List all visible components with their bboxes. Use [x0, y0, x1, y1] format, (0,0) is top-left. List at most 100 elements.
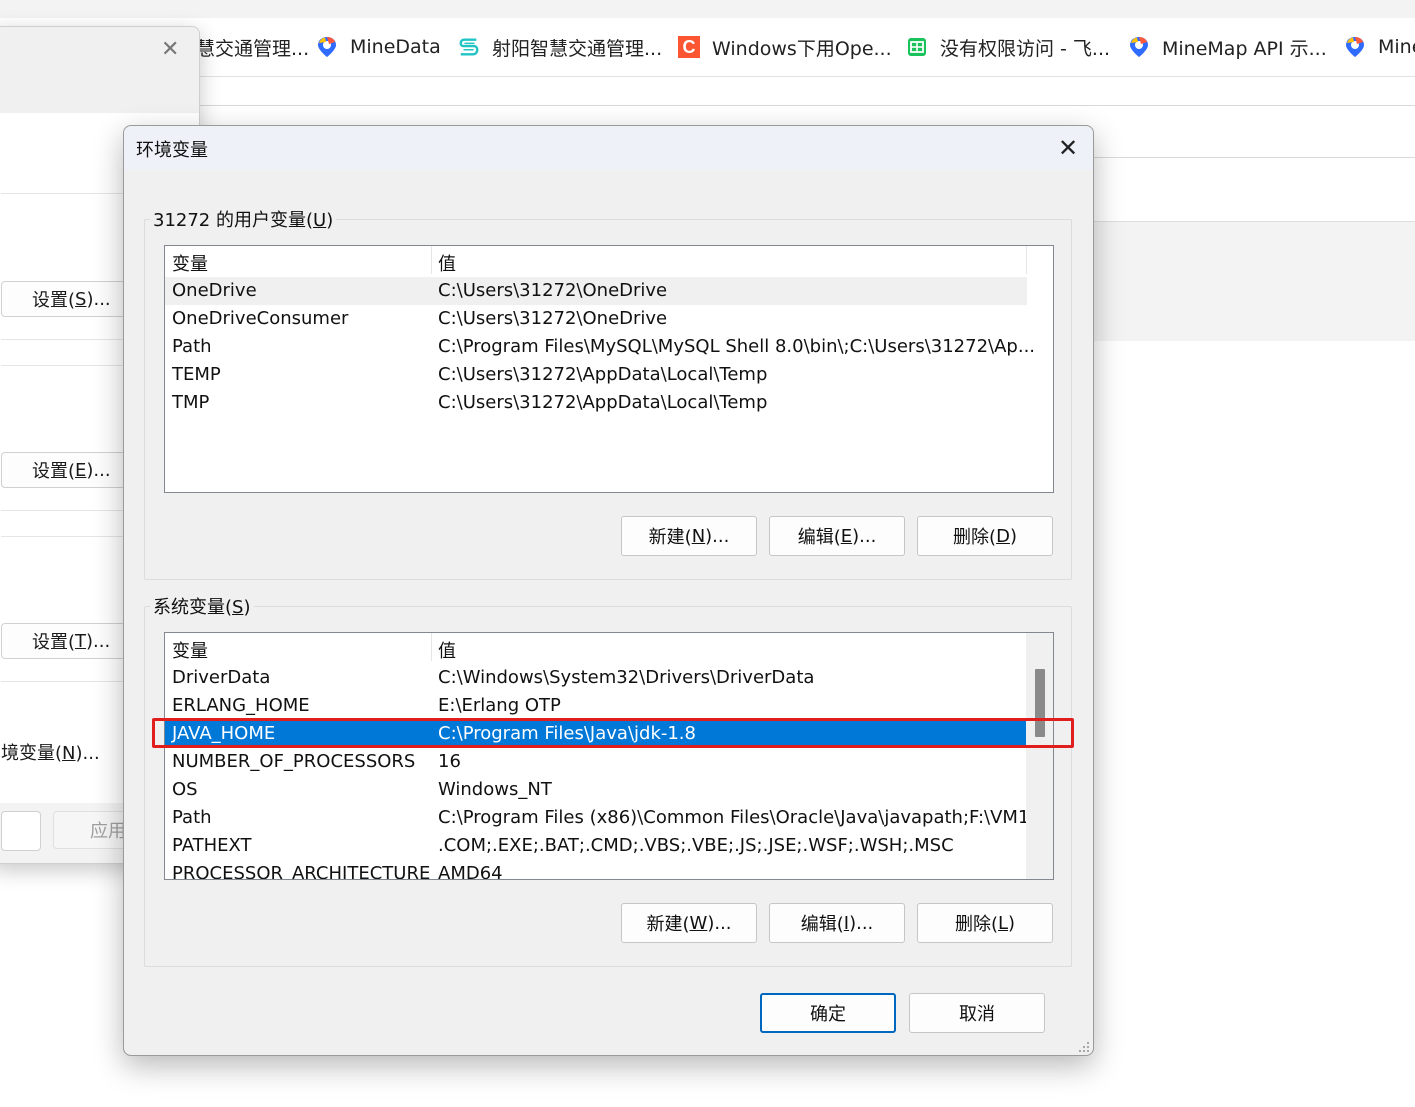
list-row[interactable]: TEMP C:\Users\31272\AppData\Local\Temp — [165, 361, 1027, 389]
system-new-button[interactable]: 新建(W)... — [621, 903, 757, 943]
browser-top-strip — [0, 0, 1415, 18]
ok-button[interactable]: 确定 — [760, 993, 896, 1033]
minemap-pin-icon — [1344, 36, 1366, 58]
list-row[interactable]: OneDriveConsumer C:\Users\31272\OneDrive — [165, 305, 1027, 333]
variable-value: .COM;.EXE;.BAT;.CMD;.VBS;.VBE;.JS;.JSE;.… — [438, 835, 954, 856]
button-label: )... — [849, 912, 874, 934]
bookmark-label: MineMap API 示... — [1162, 37, 1327, 60]
list-row[interactable]: OneDrive C:\Users\31272\OneDrive — [165, 277, 1027, 305]
access-key: E — [840, 525, 853, 547]
system-edit-button[interactable]: 编辑(I)... — [769, 903, 905, 943]
list-row[interactable]: TMP C:\Users\31272\AppData\Local\Temp — [165, 389, 1027, 417]
button-label: )... — [852, 525, 877, 547]
variable-name: NUMBER_OF_PROCESSORS — [172, 751, 416, 772]
button-label: )... — [86, 630, 111, 652]
user-edit-button[interactable]: 编辑(E)... — [769, 516, 905, 556]
column-header-variable[interactable]: 变量 — [172, 637, 208, 663]
variable-value: 16 — [438, 751, 461, 772]
minemap-pin-icon — [316, 36, 338, 58]
label-text: ) — [326, 210, 334, 231]
variable-value: Windows_NT — [438, 779, 552, 800]
button-label: 删除( — [953, 527, 997, 548]
bookmark-label: 射阳智慧交通管理... — [492, 37, 663, 60]
bookmark-item[interactable]: C Windows下用Ope... — [678, 33, 892, 61]
bookmark-label: MineData — [350, 36, 441, 58]
variable-value: C:\Users\31272\OneDrive — [438, 280, 668, 301]
bookmark-item[interactable]: MineMap API 示... — [1128, 33, 1327, 61]
button-label: 应用 — [90, 821, 126, 842]
annotation-highlight-box — [152, 718, 1074, 748]
ok-button[interactable] — [1, 811, 41, 851]
variable-name: OneDrive — [172, 280, 257, 301]
column-header-value[interactable]: 值 — [438, 250, 456, 276]
column-divider[interactable] — [431, 633, 432, 661]
variable-name: TEMP — [172, 364, 221, 385]
variable-value: E:\Erlang OTP — [438, 695, 561, 716]
variable-value: AMD64 — [438, 863, 503, 880]
vertical-scrollbar[interactable] — [1026, 633, 1053, 879]
close-icon[interactable]: ✕ — [161, 37, 179, 62]
user-profile-settings-button[interactable]: 设置(E)... — [1, 452, 141, 488]
user-new-button[interactable]: 新建(N)... — [621, 516, 757, 556]
list-row[interactable]: OS Windows_NT — [165, 776, 1027, 804]
button-label: 编辑( — [797, 527, 841, 548]
button-label: )... — [707, 912, 732, 934]
user-variables-list[interactable]: 变量 值 OneDrive C:\Users\31272\OneDrive On… — [164, 245, 1054, 493]
bookmark-item[interactable]: 射阳智慧交通管理... — [458, 33, 662, 61]
column-header-value[interactable]: 值 — [438, 637, 456, 663]
s-logo-icon — [458, 36, 480, 58]
list-row[interactable]: Path C:\Program Files\MySQL\MySQL Shell … — [165, 333, 1035, 361]
dialog-title: 环境变量 — [136, 140, 208, 161]
resize-grip-icon[interactable] — [1076, 1038, 1090, 1053]
access-key: S — [232, 597, 244, 618]
dialog-titlebar: 环境变量 ✕ — [124, 126, 1093, 170]
user-variables-label: 31272 的用户变量(U) — [150, 206, 337, 232]
variable-name: OS — [172, 779, 198, 800]
button-label: )... — [86, 288, 111, 310]
variable-name: ERLANG_HOME — [172, 695, 310, 716]
close-icon[interactable]: ✕ — [1054, 134, 1082, 162]
cancel-button[interactable]: 取消 — [909, 993, 1045, 1033]
bookmark-label: 没有权限访问 - 飞... — [940, 37, 1111, 60]
list-row[interactable]: PROCESSOR_ARCHITECTURE AMD64 — [165, 860, 1027, 880]
bookmark-item[interactable]: Mine — [1344, 33, 1415, 61]
list-header: 变量 值 — [165, 633, 1027, 663]
column-divider[interactable] — [431, 246, 432, 274]
access-key: E — [75, 459, 87, 481]
csdn-c-icon: C — [678, 36, 700, 58]
column-header-variable[interactable]: 变量 — [172, 250, 208, 276]
system-variables-list[interactable]: 变量 值 DriverData C:\Windows\System32\Driv… — [164, 632, 1054, 880]
system-delete-button[interactable]: 删除(L) — [917, 903, 1053, 943]
column-divider — [1026, 246, 1027, 274]
user-delete-button[interactable]: 删除(D) — [917, 516, 1053, 556]
button-label: 设置( — [32, 290, 76, 311]
bookmark-item[interactable]: 没有权限访问 - 飞... — [906, 33, 1110, 61]
list-row[interactable]: NUMBER_OF_PROCESSORS 16 — [165, 748, 1027, 776]
bookmark-item[interactable]: MineData — [316, 33, 441, 61]
variable-name: Path — [172, 807, 212, 828]
bookmark-item[interactable]: 慧交通管理... — [196, 33, 309, 61]
variable-value: C:\Users\31272\AppData\Local\Temp — [438, 392, 768, 413]
bookmark-label: Windows下用Ope... — [712, 37, 892, 60]
list-header: 变量 值 — [165, 246, 1027, 276]
button-label: )... — [86, 459, 111, 481]
access-key: D — [996, 525, 1010, 547]
button-label: )... — [705, 525, 730, 547]
variable-name: DriverData — [172, 667, 271, 688]
startup-recovery-settings-button[interactable]: 设置(T)... — [1, 623, 141, 659]
label-text: 31272 的用户变量( — [153, 210, 314, 231]
environment-variables-button[interactable]: 境变量(N)... — [1, 739, 100, 765]
button-label: 编辑( — [800, 914, 844, 935]
button-label: 确定 — [810, 1004, 846, 1025]
variable-name: TMP — [172, 392, 210, 413]
variable-name: OneDriveConsumer — [172, 308, 349, 329]
list-row[interactable]: ERLANG_HOME E:\Erlang OTP — [165, 692, 1027, 720]
list-row[interactable]: PATHEXT .COM;.EXE;.BAT;.CMD;.VBS;.VBE;.J… — [165, 832, 1027, 860]
access-key: N — [62, 743, 76, 764]
label-text: ) — [243, 597, 251, 618]
list-row[interactable]: Path C:\Program Files (x86)\Common Files… — [165, 804, 1047, 832]
variable-value: C:\Program Files\MySQL\MySQL Shell 8.0\b… — [438, 336, 1036, 357]
list-row[interactable]: DriverData C:\Windows\System32\Drivers\D… — [165, 664, 1027, 692]
system-variables-label: 系统变量(S) — [150, 593, 254, 619]
performance-settings-button[interactable]: 设置(S)... — [1, 281, 141, 317]
